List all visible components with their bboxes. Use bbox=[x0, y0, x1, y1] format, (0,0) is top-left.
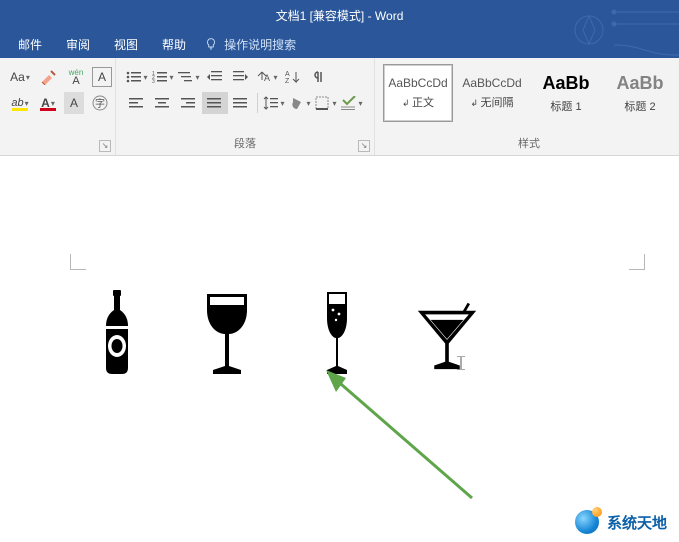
style-label: 无间隔 bbox=[481, 97, 514, 109]
shading-button[interactable]: ▾ bbox=[287, 92, 313, 114]
highlight-button[interactable]: ab ▾ bbox=[8, 92, 32, 114]
phonetic-char: A bbox=[72, 77, 79, 85]
style-normal[interactable]: AaBbCcDd ↲ 正文 bbox=[383, 64, 453, 122]
char-border-label: A bbox=[98, 70, 106, 84]
style-preview: AaBbCcDd bbox=[388, 76, 447, 90]
menu-review[interactable]: 审阅 bbox=[54, 32, 102, 57]
change-case-label: Aa bbox=[10, 70, 25, 84]
align-right-button[interactable] bbox=[176, 92, 202, 114]
char-shading-button[interactable]: A bbox=[64, 92, 84, 114]
font-color-button[interactable]: A ▾ bbox=[36, 92, 60, 114]
style-heading1[interactable]: AaBb 标题 1 bbox=[531, 64, 601, 122]
separator bbox=[257, 93, 258, 113]
font-row-1: Aa▾ wén A A bbox=[8, 64, 107, 90]
text-direction-button[interactable]: A▾ bbox=[254, 66, 280, 88]
phonetic-guide-button[interactable]: wén A bbox=[64, 66, 88, 88]
ribbon-group-paragraph: ▾ 123▾ ▾ A▾ AZ ▾ ▾ ▾ ▾ 段落 ↘ bbox=[116, 58, 375, 155]
font-row-2: ab ▾ A ▾ A 字 bbox=[8, 90, 107, 116]
svg-text:A: A bbox=[264, 73, 270, 83]
style-preview: AaBb bbox=[542, 73, 589, 94]
page-margin-corner-tr bbox=[629, 254, 645, 270]
style-label: 标题 1 bbox=[550, 98, 581, 114]
align-distribute-button[interactable] bbox=[228, 92, 254, 114]
wine-glass-icon bbox=[196, 292, 258, 376]
paragraph-group-launcher[interactable]: ↘ bbox=[358, 140, 370, 152]
numbering-button[interactable]: 123▾ bbox=[150, 66, 176, 88]
clear-formatting-button[interactable] bbox=[36, 66, 60, 88]
style-no-spacing[interactable]: AaBbCcDd ↲ 无间隔 bbox=[457, 64, 527, 122]
page-margin-corner-tl bbox=[70, 254, 86, 270]
sort-button[interactable]: AZ bbox=[280, 66, 306, 88]
borders-button[interactable]: ▾ bbox=[313, 92, 339, 114]
app-title: 文档1 [兼容模式] - Word bbox=[276, 7, 404, 24]
menu-mail[interactable]: 邮件 bbox=[6, 32, 54, 57]
document-canvas[interactable] bbox=[86, 276, 566, 376]
title-decoration bbox=[559, 0, 679, 60]
para-row-1: ▾ 123▾ ▾ A▾ AZ bbox=[124, 64, 366, 90]
watermark: 系统天地 bbox=[575, 510, 667, 534]
bullets-button[interactable]: ▾ bbox=[124, 66, 150, 88]
para-row-2: ▾ ▾ ▾ ▾ bbox=[124, 90, 366, 116]
tell-me-label: 操作说明搜索 bbox=[224, 36, 296, 53]
line-spacing-button[interactable]: ▾ bbox=[261, 92, 287, 114]
menu-help[interactable]: 帮助 bbox=[150, 32, 198, 57]
align-justify-button[interactable] bbox=[202, 92, 228, 114]
snap-to-grid-button[interactable]: ▾ bbox=[339, 92, 365, 114]
font-group-label bbox=[8, 135, 107, 153]
menu-view[interactable]: 视图 bbox=[102, 32, 150, 57]
enclose-char-button[interactable]: 字 bbox=[88, 92, 112, 114]
char-shading-a: A bbox=[70, 96, 78, 110]
watermark-logo-icon bbox=[575, 510, 599, 534]
style-preview: AaBb bbox=[616, 73, 663, 94]
increase-indent-button[interactable] bbox=[228, 66, 254, 88]
change-case-button[interactable]: Aa▾ bbox=[8, 66, 32, 88]
svg-text:Z: Z bbox=[285, 78, 290, 84]
style-label: 标题 2 bbox=[624, 98, 655, 114]
style-label: 正文 bbox=[412, 97, 434, 109]
svg-text:3: 3 bbox=[152, 79, 155, 84]
watermark-text: 系统天地 bbox=[607, 512, 667, 533]
tell-me-search[interactable]: 操作说明搜索 bbox=[204, 36, 296, 53]
title-bar: 文档1 [兼容模式] - Word bbox=[0, 0, 679, 30]
decrease-indent-button[interactable] bbox=[202, 66, 228, 88]
champagne-glass-icon bbox=[306, 290, 368, 376]
style-preview: AaBbCcDd bbox=[462, 76, 521, 90]
align-left-button[interactable] bbox=[124, 92, 150, 114]
font-group-launcher[interactable]: ↘ bbox=[99, 140, 111, 152]
align-center-button[interactable] bbox=[150, 92, 176, 114]
paragraph-group-label: 段落 bbox=[124, 135, 366, 153]
ribbon-group-font: Aa▾ wén A A ab ▾ A ▾ A bbox=[0, 58, 116, 155]
svg-text:A: A bbox=[285, 71, 290, 78]
multilevel-list-button[interactable]: ▾ bbox=[176, 66, 202, 88]
text-cursor-icon bbox=[457, 356, 465, 370]
annotation-arrow-icon bbox=[322, 368, 480, 502]
ribbon: Aa▾ wén A A ab ▾ A ▾ A bbox=[0, 58, 679, 156]
ribbon-group-styles: AaBbCcDd ↲ 正文 AaBbCcDd ↲ 无间隔 AaBb 标题 1 A… bbox=[375, 58, 679, 155]
styles-group-label: 样式 bbox=[383, 135, 675, 153]
style-heading2[interactable]: AaBb 标题 2 bbox=[605, 64, 675, 122]
lightbulb-icon bbox=[204, 37, 218, 51]
martini-glass-icon bbox=[416, 302, 478, 376]
svg-text:字: 字 bbox=[95, 97, 105, 110]
char-border-button[interactable]: A bbox=[92, 67, 112, 87]
show-marks-button[interactable] bbox=[306, 66, 332, 88]
styles-gallery: AaBbCcDd ↲ 正文 AaBbCcDd ↲ 无间隔 AaBb 标题 1 A… bbox=[383, 64, 675, 126]
bottle-icon bbox=[86, 290, 148, 376]
